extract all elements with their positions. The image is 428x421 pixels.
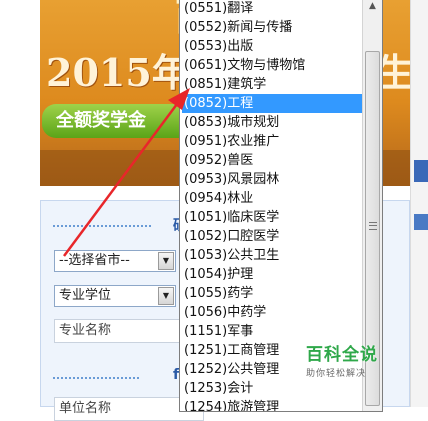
watermark-subtitle: 助你轻松解决 — [306, 369, 367, 379]
arrow-shaft — [62, 99, 182, 257]
watermark-title: 百科全说 — [306, 345, 378, 365]
arrow-head — [168, 88, 190, 110]
watermark: 百科全说 助你轻松解决 — [306, 340, 378, 379]
